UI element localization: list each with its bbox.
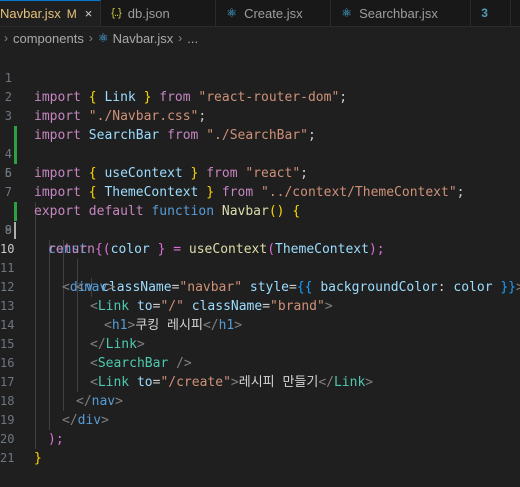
code-text: } — [34, 449, 42, 468]
tab-label: db.json — [127, 5, 170, 21]
line-number: 21 — [0, 451, 15, 465]
code-line: 21 — [0, 430, 520, 465]
tab-label: Navbar.jsx — [0, 6, 61, 21]
text-cursor — [14, 222, 16, 239]
code-line: 19 ); — [0, 392, 520, 447]
breadcrumb-symbol[interactable]: ... — [187, 31, 198, 46]
code-line: 20 } — [0, 411, 520, 466]
code-line: 6 — [0, 145, 520, 180]
tab-label: Searchbar.jsx — [359, 5, 438, 21]
code-line: 3 import SearchBar from "./SearchBar"; — [0, 88, 520, 143]
code-line: 9 return ( — [0, 202, 520, 257]
react-icon: ⚛ — [97, 31, 109, 45]
tab-css-file[interactable]: 3 — [471, 0, 512, 26]
breadcrumb: › components › ⚛ Navbar.jsx › ... — [0, 27, 520, 49]
tab-searchbar-jsx[interactable]: ⚛ Searchbar.jsx — [331, 0, 472, 26]
tab-db-json[interactable]: {..} db.json — [101, 0, 217, 26]
code-line: 10 <div className="navbar" style={{ back… — [0, 221, 520, 295]
code-line: 2 import "./Navbar.css"; — [0, 69, 520, 124]
code-line: 7 export default function Navbar() { — [0, 164, 520, 219]
tab-label: Create.jsx — [244, 5, 303, 21]
react-icon: ⚛ — [341, 6, 353, 20]
modified-badge: M — [66, 6, 77, 21]
code-line: 8 const { color } = useContext(ThemeCont… — [0, 183, 520, 257]
chevron-right-icon: › — [88, 31, 93, 45]
json-icon: {..} — [111, 7, 122, 19]
code-line: 4 import { useContext } from "react"; — [0, 107, 520, 181]
close-icon[interactable]: × — [85, 6, 93, 21]
tab-navbar-jsx[interactable]: Navbar.jsx M × — [0, 0, 102, 26]
breadcrumb-file[interactable]: Navbar.jsx — [113, 31, 174, 46]
code-line: 18 </div> — [0, 373, 520, 428]
code-line: 12 <Link to="/" className="brand"> — [0, 259, 520, 314]
code-line: 11 <nav> — [0, 240, 520, 295]
tab-create-jsx[interactable]: ⚛ Create.jsx — [216, 0, 332, 26]
code-line: 16 <Link to="/create">레시피 만들기</Link> — [0, 335, 520, 390]
code-line: 17 </nav> — [0, 354, 520, 409]
code-line: 14 </Link> — [0, 297, 520, 352]
code-token: } — [34, 451, 42, 466]
code-line: 5 import { ThemeContext } from "../conte… — [0, 126, 520, 200]
code-line: 13 <h1>쿠킹 레시피</h1> — [0, 278, 520, 333]
code-line: 1 import { Link } from "react-router-dom… — [0, 50, 520, 105]
chevron-right-icon: › — [178, 31, 183, 45]
code-editor[interactable]: 1 import { Link } from "react-router-dom… — [0, 50, 520, 466]
css-icon: 3 — [481, 6, 488, 20]
react-icon: ⚛ — [226, 6, 238, 20]
breadcrumb-folder[interactable]: components — [13, 31, 84, 46]
chevron-right-icon: › — [4, 31, 8, 45]
code-line: 15 <SearchBar /> — [0, 316, 520, 371]
editor-tab-bar: Navbar.jsx M × {..} db.json ⚛ Create.jsx… — [0, 0, 520, 27]
